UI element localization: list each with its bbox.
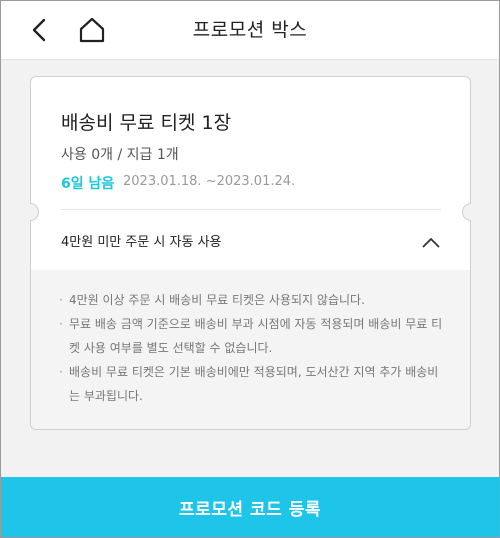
notice-item: · 무료 배송 금액 기준으로 배송비 부과 시점에 자동 적용되며 배송비 무… [59,312,446,360]
ticket-usage: 사용 0개 / 지급 1개 [61,147,179,163]
bullet: · [59,317,63,331]
back-button[interactable] [22,13,56,47]
ticket-notch-left [30,203,39,221]
validity-period: 2023.01.18. ~2023.01.24. [123,174,296,189]
remaining-days: 6일 남음 [61,176,115,192]
notice-item: · 4만원 이상 주문 시 배송비 무료 티켓은 사용되지 않습니다. [59,288,446,312]
card-divider [61,209,441,210]
home-icon [79,17,105,43]
ticket-notch-right [462,203,471,221]
top-app-bar: 프로모션 박스 [0,0,500,60]
usage-condition: 4만원 미만 주문 시 자동 사용 [61,235,222,250]
notice-item: · 배송비 무료 티켓은 기본 배송비에만 적용되며, 도서산간 지역 추가 배… [59,360,446,408]
notice-text: 배송비 무료 티켓은 기본 배송비에만 적용되며, 도서산간 지역 추가 배송비… [69,365,439,403]
back-arrow-icon [32,18,46,42]
chevron-up-icon [422,237,440,247]
collapse-toggle-button[interactable] [417,229,445,255]
ticket-card: 배송비 무료 티켓 1장 사용 0개 / 지급 1개 6일 남음 2023.01… [30,76,471,430]
bullet: · [59,365,63,379]
register-promo-code-button[interactable]: 프로모션 코드 등록 [0,477,500,538]
ticket-title: 배송비 무료 티켓 1장 [61,112,232,134]
home-button[interactable] [74,13,110,47]
page-title: 프로모션 박스 [192,19,308,41]
notice-text: 무료 배송 금액 기준으로 배송비 부과 시점에 자동 적용되며 배송비 무료 … [69,317,443,355]
notice-box: · 4만원 이상 주문 시 배송비 무료 티켓은 사용되지 않습니다. · 무료… [31,270,470,429]
bullet: · [59,293,63,307]
notice-text: 4만원 이상 주문 시 배송비 무료 티켓은 사용되지 않습니다. [69,293,365,307]
